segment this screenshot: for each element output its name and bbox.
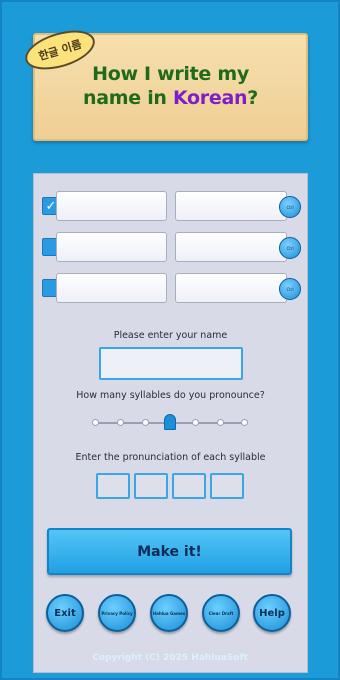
row-2-right-field[interactable] — [175, 232, 287, 262]
row-1-right-field[interactable] — [175, 191, 287, 221]
slider-tick[interactable] — [92, 419, 99, 426]
name-input[interactable] — [99, 347, 243, 380]
syllable-input-3[interactable] — [172, 473, 206, 499]
row-3-left-field[interactable] — [56, 273, 167, 303]
clear-draft-button[interactable]: Clear Draft — [202, 594, 240, 632]
row-2-control-button[interactable]: Ctrl — [279, 237, 301, 259]
slider-tick[interactable] — [217, 419, 224, 426]
title-suffix: ? — [247, 87, 258, 109]
slider-tick[interactable] — [192, 419, 199, 426]
name-label: Please enter your name — [113, 330, 228, 341]
row-3-right-field[interactable] — [175, 273, 287, 303]
syllable-input-2[interactable] — [134, 473, 168, 499]
row-3-control-button[interactable]: Ctrl — [279, 278, 301, 300]
privacy-policy-button[interactable]: Privacy Policy — [98, 594, 136, 632]
title-highlight: Korean — [172, 87, 248, 109]
slider-tick[interactable] — [142, 419, 149, 426]
page-title: How I write my name in Korean? — [33, 62, 308, 110]
slider-tick[interactable] — [117, 419, 124, 426]
syllable-slider-thumb[interactable] — [164, 414, 176, 430]
syllable-input-4[interactable] — [210, 473, 244, 499]
pronunciation-label: Enter the pronunciation of each syllable — [75, 452, 266, 463]
slider-tick[interactable] — [241, 419, 248, 426]
syllable-input-1[interactable] — [96, 473, 130, 499]
exit-button[interactable]: Exit — [46, 594, 84, 632]
syllables-label: How many syllables do you pronounce? — [76, 390, 265, 401]
row-1-left-field[interactable] — [56, 191, 167, 221]
help-button[interactable]: Help — [253, 594, 291, 632]
make-it-button[interactable]: Make it! — [47, 528, 292, 575]
title-line-2: name in Korean? — [33, 86, 308, 110]
row-2-left-field[interactable] — [56, 232, 167, 262]
copyright-footer: Copyright (C) 2025 HahluaSoft — [92, 653, 248, 663]
hahlua-games-button[interactable]: Hahlua Games — [150, 594, 188, 632]
title-line-1: How I write my — [92, 63, 249, 85]
row-1-control-button[interactable]: Ctrl — [279, 196, 301, 218]
title-prefix: name in — [83, 87, 173, 109]
